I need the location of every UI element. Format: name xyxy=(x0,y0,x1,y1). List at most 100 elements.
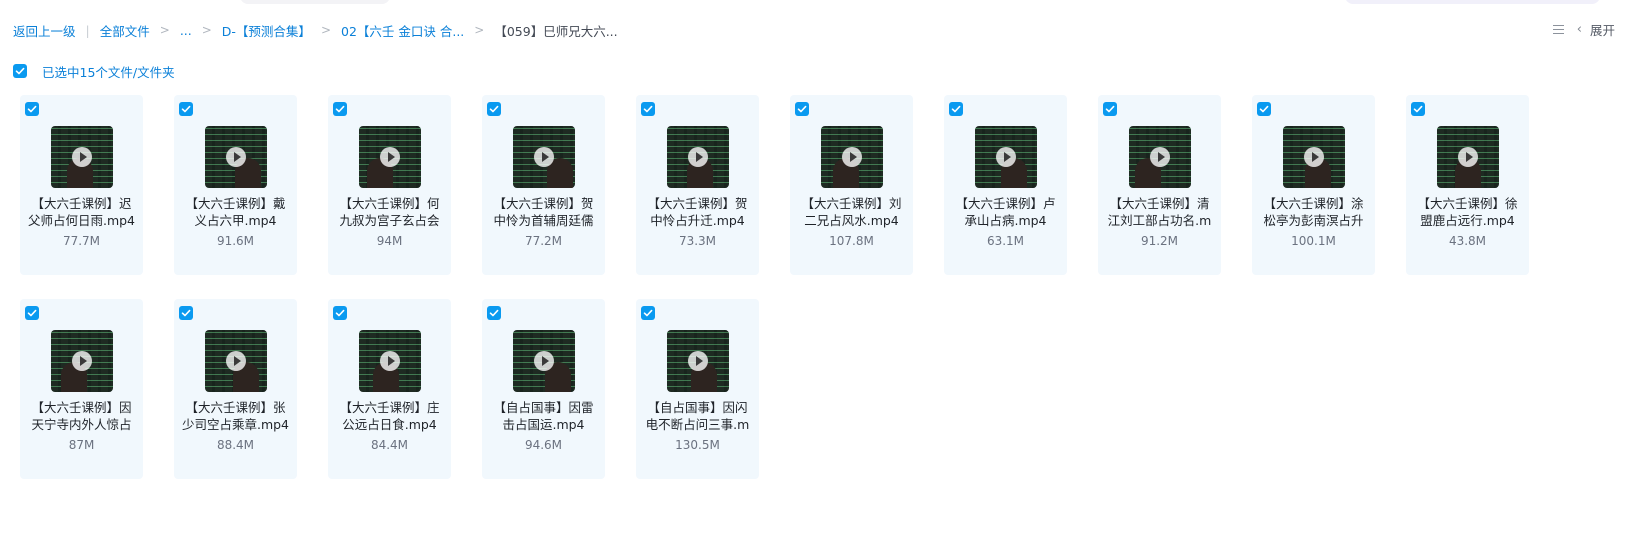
video-thumbnail[interactable] xyxy=(667,330,729,392)
file-size: 77.7M xyxy=(62,234,101,248)
checkmark-icon xyxy=(335,105,345,113)
view-tools: ‹ 展开 xyxy=(1552,20,1615,38)
file-card[interactable]: 【大六壬课例】清江刘工部占功名.m 91.2M xyxy=(1098,95,1221,275)
file-name[interactable]: 【大六壬课例】张少司空占乘章.mp4 xyxy=(180,399,291,433)
file-name[interactable]: 【自占国事】因闪电不断占问三事.m xyxy=(642,399,753,433)
checkmark-icon xyxy=(643,105,653,113)
video-thumbnail[interactable] xyxy=(359,126,421,188)
file-checkbox[interactable] xyxy=(25,102,39,116)
back-link[interactable]: 返回上一级 xyxy=(13,21,76,40)
checkmark-icon xyxy=(1413,105,1423,113)
expand-button[interactable]: ‹ 展开 xyxy=(1577,20,1615,39)
file-name[interactable]: 【大六壬课例】戴义占六甲.mp4 xyxy=(180,195,291,229)
file-checkbox[interactable] xyxy=(487,102,501,116)
file-card[interactable]: 【大六壬课例】徐盟鹿占远行.mp4 43.8M xyxy=(1406,95,1529,275)
file-checkbox[interactable] xyxy=(179,102,193,116)
play-icon xyxy=(688,147,708,167)
file-size: 87M xyxy=(68,438,95,452)
file-card[interactable]: 【大六壬课例】涂松亭为彭南溟占升 100.1M xyxy=(1252,95,1375,275)
file-name[interactable]: 【大六壬课例】庄公远占日食.mp4 xyxy=(334,399,445,433)
file-size: 77.2M xyxy=(524,234,563,248)
file-checkbox[interactable] xyxy=(1257,102,1271,116)
video-thumbnail[interactable] xyxy=(821,126,883,188)
checkmark-icon xyxy=(181,309,191,317)
file-checkbox[interactable] xyxy=(333,102,347,116)
chevron-left-icon: ‹ xyxy=(1576,21,1582,37)
file-card[interactable]: 【自占国事】因雷击占国运.mp4 94.6M xyxy=(482,299,605,479)
file-card[interactable]: 【大六壬课例】何九叔为宫子玄占会 94M xyxy=(328,95,451,275)
play-icon xyxy=(842,147,862,167)
video-thumbnail[interactable] xyxy=(513,126,575,188)
checkmark-icon xyxy=(335,309,345,317)
file-checkbox[interactable] xyxy=(333,306,347,320)
search-box-edge[interactable] xyxy=(240,0,390,4)
breadcrumb-level1[interactable]: D-【预测合集】 xyxy=(222,21,311,40)
file-card[interactable]: 【大六壬课例】庄公远占日食.mp4 84.4M xyxy=(328,299,451,479)
file-grid: 【大六壬课例】迟父师占何日雨.mp4 77.7M 【大六壬课例】戴义占六甲.mp4 9… xyxy=(20,95,1529,479)
file-name[interactable]: 【大六壬课例】迟父师占何日雨.mp4 xyxy=(26,195,137,229)
file-checkbox[interactable] xyxy=(795,102,809,116)
expand-label: 展开 xyxy=(1589,22,1615,38)
play-icon xyxy=(534,147,554,167)
select-all-checkbox[interactable] xyxy=(13,64,27,78)
file-checkbox[interactable] xyxy=(1103,102,1117,116)
file-name[interactable]: 【大六壬课例】贺中怜占升迁.mp4 xyxy=(642,195,753,229)
file-name[interactable]: 【大六壬课例】因天宁寺内外人惊占 xyxy=(26,399,137,433)
file-name[interactable]: 【大六壬课例】清江刘工部占功名.m xyxy=(1104,195,1215,229)
file-name[interactable]: 【大六壬课例】贺中怜为首辅周廷儒 xyxy=(488,195,599,229)
selection-bar: 已选中15个文件/文件夹 xyxy=(13,63,175,80)
video-thumbnail[interactable] xyxy=(205,126,267,188)
file-checkbox[interactable] xyxy=(25,306,39,320)
file-name[interactable]: 【自占国事】因雷击占国运.mp4 xyxy=(488,399,599,433)
file-checkbox[interactable] xyxy=(949,102,963,116)
breadcrumb-level2[interactable]: 02【六壬 金口诀 合... xyxy=(341,21,464,40)
file-size: 63.1M xyxy=(986,234,1025,248)
file-card[interactable]: 【大六壬课例】因天宁寺内外人惊占 87M xyxy=(20,299,143,479)
file-card[interactable]: 【大六壬课例】刘二兄占风水.mp4 107.8M xyxy=(790,95,913,275)
file-card[interactable]: 【大六壬课例】戴义占六甲.mp4 91.6M xyxy=(174,95,297,275)
video-thumbnail[interactable] xyxy=(667,126,729,188)
list-view-icon[interactable] xyxy=(1552,23,1565,36)
file-name[interactable]: 【大六壬课例】徐盟鹿占远行.mp4 xyxy=(1412,195,1523,229)
checkmark-icon xyxy=(1105,105,1115,113)
file-size: 88.4M xyxy=(216,438,255,452)
file-size: 91.6M xyxy=(216,234,255,248)
play-icon xyxy=(380,147,400,167)
file-checkbox[interactable] xyxy=(1411,102,1425,116)
file-card[interactable]: 【大六壬课例】张少司空占乘章.mp4 88.4M xyxy=(174,299,297,479)
file-name[interactable]: 【大六壬课例】涂松亭为彭南溟占升 xyxy=(1258,195,1369,229)
video-thumbnail[interactable] xyxy=(51,126,113,188)
play-icon xyxy=(1458,147,1478,167)
breadcrumb-all-files[interactable]: 全部文件 xyxy=(100,21,150,40)
video-thumbnail[interactable] xyxy=(1129,126,1191,188)
video-thumbnail[interactable] xyxy=(205,330,267,392)
video-thumbnail[interactable] xyxy=(51,330,113,392)
checkmark-icon xyxy=(489,309,499,317)
play-icon xyxy=(226,351,246,371)
video-thumbnail[interactable] xyxy=(513,330,575,392)
file-card[interactable]: 【大六壬课例】贺中怜为首辅周廷儒 77.2M xyxy=(482,95,605,275)
checkmark-icon xyxy=(27,309,37,317)
file-name[interactable]: 【大六壬课例】刘二兄占风水.mp4 xyxy=(796,195,907,229)
file-card[interactable]: 【大六壬课例】迟父师占何日雨.mp4 77.7M xyxy=(20,95,143,275)
file-name[interactable]: 【大六壬课例】何九叔为宫子玄占会 xyxy=(334,195,445,229)
file-checkbox[interactable] xyxy=(179,306,193,320)
video-thumbnail[interactable] xyxy=(359,330,421,392)
breadcrumb-separator: > xyxy=(474,23,485,37)
file-size: 84.4M xyxy=(370,438,409,452)
file-checkbox[interactable] xyxy=(641,102,655,116)
file-name[interactable]: 【大六壬课例】卢承山占病.mp4 xyxy=(950,195,1061,229)
file-card[interactable]: 【自占国事】因闪电不断占问三事.m 130.5M xyxy=(636,299,759,479)
play-icon xyxy=(72,147,92,167)
video-thumbnail[interactable] xyxy=(1283,126,1345,188)
video-thumbnail[interactable] xyxy=(1437,126,1499,188)
file-card[interactable]: 【大六壬课例】贺中怜占升迁.mp4 73.3M xyxy=(636,95,759,275)
breadcrumb-divider: | xyxy=(85,22,90,38)
file-card[interactable]: 【大六壬课例】卢承山占病.mp4 63.1M xyxy=(944,95,1067,275)
checkmark-icon xyxy=(951,105,961,113)
checkmark-icon xyxy=(27,105,37,113)
breadcrumb-ellipsis[interactable]: ... xyxy=(180,23,192,38)
file-checkbox[interactable] xyxy=(487,306,501,320)
video-thumbnail[interactable] xyxy=(975,126,1037,188)
file-checkbox[interactable] xyxy=(641,306,655,320)
